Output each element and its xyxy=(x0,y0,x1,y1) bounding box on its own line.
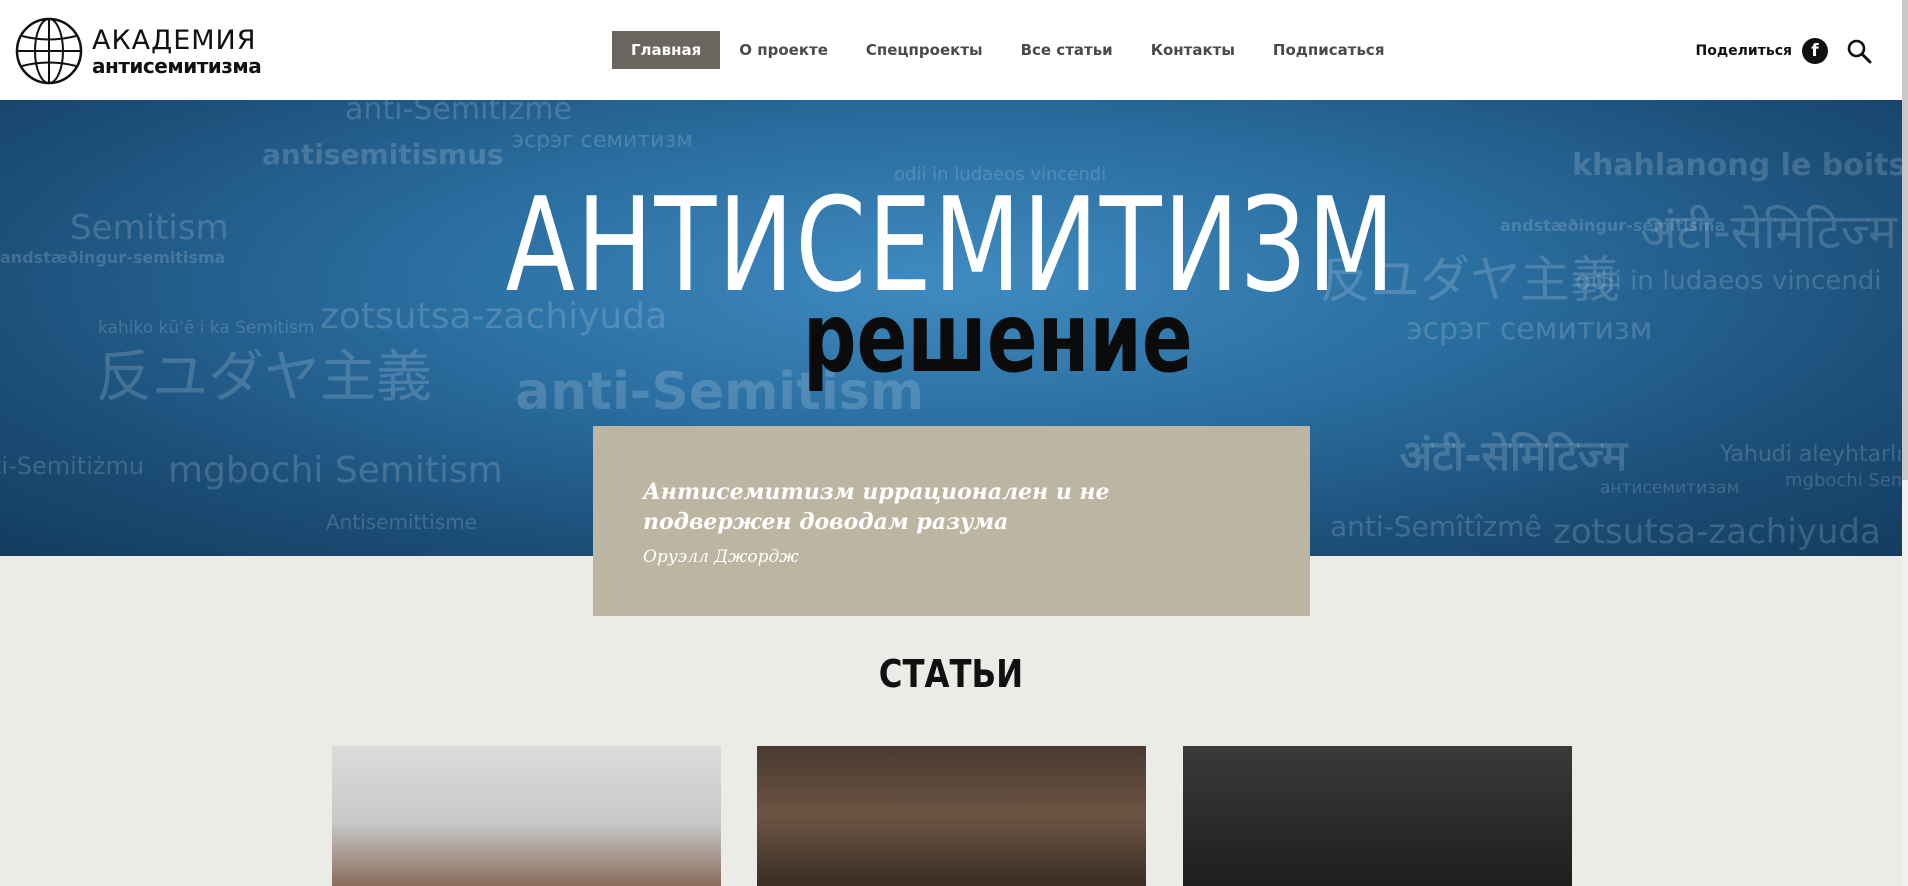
main-nav: Главная О проекте Спецпроекты Все статьи… xyxy=(612,31,1403,69)
hero-watermark-word: anti-Semîtîzmê xyxy=(1330,510,1542,543)
quote-author: Оруэлл Джордж xyxy=(643,547,799,568)
share-label: Поделиться xyxy=(1695,43,1792,59)
nav-item-subscribe[interactable]: Подписаться xyxy=(1254,31,1404,69)
globe-icon xyxy=(15,17,83,85)
hero-subtitle: решение xyxy=(802,282,1193,394)
nav-item-about[interactable]: О проекте xyxy=(720,31,847,69)
nav-item-contacts[interactable]: Контакты xyxy=(1132,31,1254,69)
logo-text: АКАДЕМИЯ антисемитизма xyxy=(92,24,262,78)
hero-watermark-word: Semitism xyxy=(70,208,229,248)
logo-title: АКАДЕМИЯ xyxy=(92,24,257,56)
hero-watermark-word: Yahudi aleyhtarlığı xyxy=(1720,442,1902,467)
hero-watermark-word: anti-Semitizme xyxy=(345,100,572,127)
hero-watermark-word: अंटी-सेमिटिज्म xyxy=(1400,431,1628,480)
hero-watermark-word: khahlanong le boits'oaro xyxy=(1572,148,1902,183)
quote-text: Антисемитизм иррационален и не подвержен… xyxy=(643,479,1110,535)
nav-item-all-articles[interactable]: Все статьи xyxy=(1002,31,1132,69)
nav-item-home[interactable]: Главная xyxy=(612,31,721,69)
article-card-image[interactable] xyxy=(757,746,1146,886)
search-icon[interactable] xyxy=(1846,38,1872,64)
hero-watermark-word: antisemitismus xyxy=(262,138,504,171)
page-scrollbar[interactable] xyxy=(1902,0,1908,886)
quote-box: Антисемитизм иррационален и не подвержен… xyxy=(593,426,1310,616)
site-header: АКАДЕМИЯ антисемитизма Главная О проекте… xyxy=(0,0,1908,100)
scrollbar-thumb[interactable] xyxy=(1902,0,1908,480)
hero-watermark-word: Antisemittisme xyxy=(326,510,477,534)
site-logo[interactable]: АКАДЕМИЯ антисемитизма xyxy=(14,16,262,86)
hero-watermark-word: andstæðingur-semitisma xyxy=(0,248,226,267)
hero-watermark-word: эсрэг семитизм xyxy=(512,128,693,153)
article-card-image[interactable] xyxy=(1183,746,1572,886)
share-control[interactable]: Поделиться f xyxy=(1696,38,1828,64)
nav-item-special-projects[interactable]: Спецпроекты xyxy=(847,31,1002,69)
logo-subtitle: антисемитизма xyxy=(92,53,262,78)
article-card-image[interactable] xyxy=(332,746,721,886)
articles-heading: СТАТЬИ xyxy=(878,652,1024,696)
hero-watermark-word: ti-Semitiżmu xyxy=(0,452,145,480)
facebook-icon[interactable]: f xyxy=(1802,38,1828,64)
hero-watermark-word: zotsutsa-zachiyuda xyxy=(1553,512,1881,552)
hero-watermark-word: mgbochi Semi xyxy=(1785,470,1902,491)
hero-watermark-word: mgbochi Semitism xyxy=(168,450,503,491)
